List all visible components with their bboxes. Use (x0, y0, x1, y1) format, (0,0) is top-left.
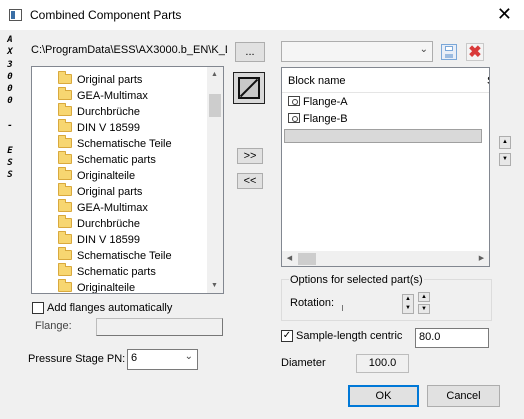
tree-item[interactable]: DIN V 18599 (58, 119, 140, 136)
pressure-label: Pressure Stage PN: (28, 353, 126, 365)
ok-button[interactable]: OK (348, 385, 419, 407)
options-title: Options for selected part(s) (289, 274, 424, 286)
tree-item[interactable]: Schematic parts (58, 151, 156, 168)
add-flanges-checkbox[interactable] (32, 302, 44, 314)
app-icon (9, 9, 22, 21)
list-item[interactable]: Flange-A (288, 94, 348, 110)
folder-icon (58, 215, 72, 228)
header-divider (282, 92, 489, 93)
pressure-select[interactable]: 6 ⌄ (127, 349, 198, 370)
rotation-up-icon[interactable]: ▲ (418, 292, 430, 302)
folder-icon (58, 135, 72, 148)
move-up-icon[interactable]: ▲ (499, 136, 511, 149)
title-bar: Combined Component Parts ✕ (0, 0, 524, 30)
add-flanges-label[interactable]: Add flanges automatically (47, 302, 172, 314)
tree-item[interactable]: Originalteile (58, 167, 135, 184)
tree-item[interactable]: Durchbrüche (58, 215, 140, 232)
folder-icon (58, 119, 72, 132)
list-item[interactable]: Flange-B (288, 111, 348, 127)
vertical-app-label: AX3 000 - ESS (7, 35, 13, 181)
tree-item[interactable]: DIN V 18599 (58, 231, 140, 248)
folder-icon (58, 87, 72, 100)
folder-tree[interactable]: Original parts GEA-Multimax Durchbrüche … (31, 66, 224, 294)
chevron-down-icon: ⌄ (184, 351, 193, 362)
tree-scrollbar[interactable]: ▲ ▼ (207, 67, 223, 293)
tree-item[interactable]: Original parts (58, 71, 142, 88)
preset-combobox[interactable]: ⌄ (281, 41, 433, 62)
move-down-icon[interactable]: ▼ (499, 153, 511, 166)
close-icon[interactable]: ✕ (497, 4, 512, 24)
sample-length-checkbox[interactable]: ✓ (281, 330, 293, 342)
block-list-header[interactable]: Block name (288, 75, 345, 87)
scroll-left-icon[interactable]: ◀ (282, 251, 297, 266)
folder-icon (58, 279, 72, 292)
part-icon (288, 113, 300, 123)
browse-button[interactable]: ... (235, 42, 265, 62)
tree-item[interactable]: Schematische Teile (58, 247, 172, 264)
delete-icon[interactable]: ✖ (466, 43, 484, 61)
save-icon[interactable] (441, 44, 457, 60)
tree-item[interactable]: GEA-Multimax (58, 87, 148, 104)
scroll-down-icon[interactable]: ▼ (207, 278, 222, 293)
tree-item[interactable]: Durchbrüche (58, 103, 140, 120)
folder-icon (58, 247, 72, 260)
rotation-left-spin[interactable]: ▲ ▼ (402, 294, 414, 314)
rotation-label: Rotation: (290, 297, 335, 309)
diameter-field[interactable]: 100.0 (356, 354, 409, 373)
part-icon (288, 96, 300, 106)
diameter-label: Diameter (281, 357, 326, 369)
path-field[interactable]: C:\ProgramData\ESS\AX3000.b_EN\K_D (31, 42, 227, 62)
tree-item[interactable]: GEA-Multimax (58, 199, 148, 216)
selected-row[interactable] (284, 129, 482, 143)
scroll-right-icon[interactable]: ▶ (474, 251, 489, 266)
rotation-down-icon[interactable]: ▼ (418, 304, 430, 314)
folder-icon (58, 71, 72, 84)
pressure-value: 6 (131, 352, 138, 364)
tree-item[interactable]: Schematic parts (58, 263, 156, 280)
flange-label: Flange: (35, 320, 72, 332)
flange-field[interactable] (96, 318, 223, 336)
folder-icon (58, 183, 72, 196)
scroll-thumb[interactable] (209, 94, 221, 117)
rotation-input[interactable] (342, 296, 398, 312)
folder-icon (58, 231, 72, 244)
hscroll-thumb[interactable] (298, 253, 316, 265)
folder-icon (58, 167, 72, 180)
tree-item[interactable]: Original parts (58, 183, 142, 200)
add-to-list-button[interactable]: >> (237, 148, 263, 164)
preview-image (233, 72, 265, 104)
sample-length-label[interactable]: Sample-length centric (296, 330, 402, 342)
chevron-down-icon: ⌄ (419, 44, 428, 55)
tree-item[interactable]: Schematische Teile (58, 135, 172, 152)
scroll-up-icon[interactable]: ▲ (207, 67, 222, 82)
folder-icon (58, 103, 72, 116)
list-hscrollbar[interactable]: ◀ ▶ (282, 251, 489, 266)
cancel-button[interactable]: Cancel (427, 385, 500, 407)
block-list[interactable]: Block name S Flange-A Flange-B ◀ ▶ (281, 67, 490, 267)
folder-icon (58, 199, 72, 212)
block-list-header-2[interactable]: S (487, 75, 489, 87)
tree-item[interactable]: Originalteile (58, 279, 135, 293)
folder-icon (58, 151, 72, 164)
folder-icon (58, 263, 72, 276)
sample-length-input[interactable]: 80.0 (415, 328, 489, 348)
window-title: Combined Component Parts (30, 8, 182, 22)
remove-from-list-button[interactable]: << (237, 173, 263, 189)
